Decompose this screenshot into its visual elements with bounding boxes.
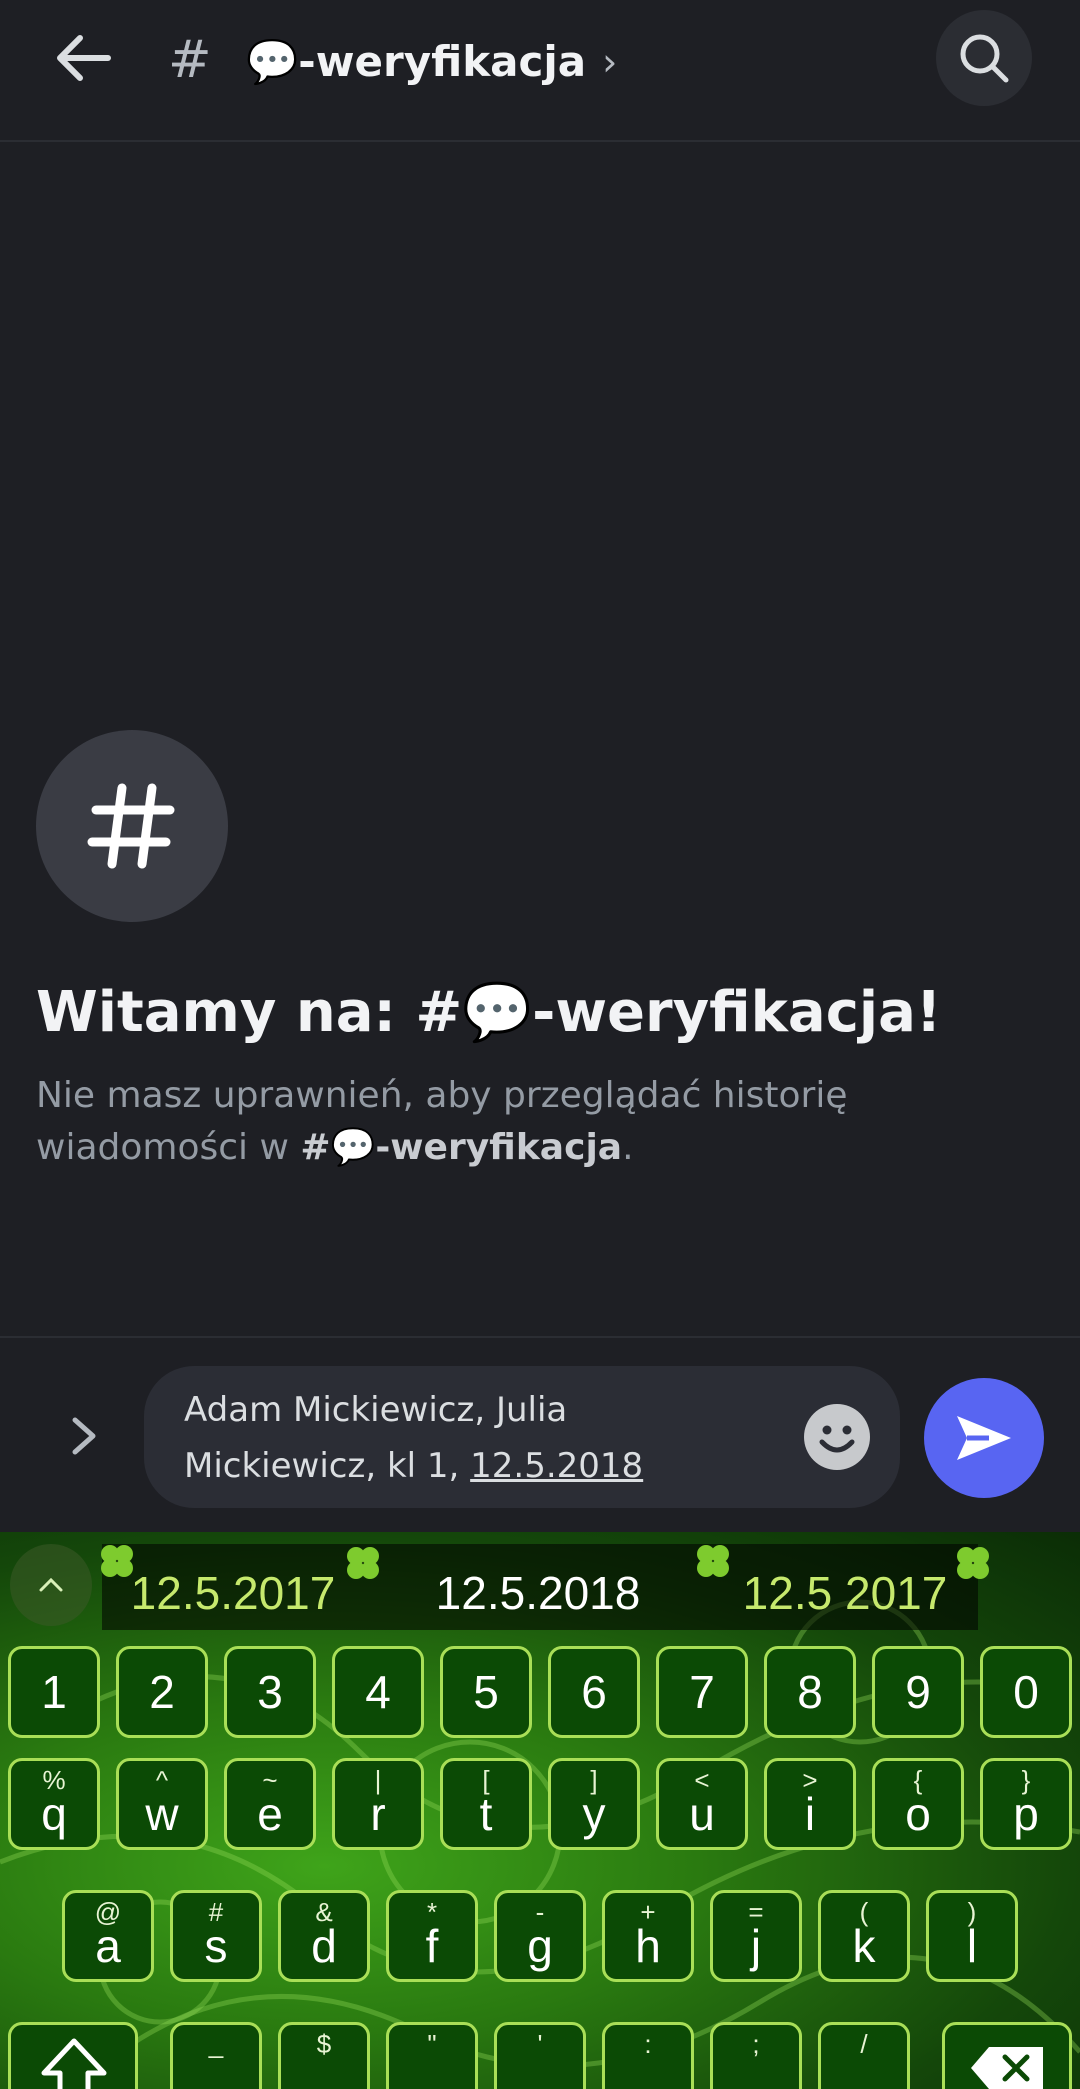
key-x[interactable]: $x	[278, 2022, 370, 2089]
welcome-description: Nie masz uprawnień, aby przeglądać histo…	[36, 1070, 1036, 1174]
channel-header: # 💬-weryfikacja ›	[0, 0, 1080, 142]
search-icon	[960, 34, 1009, 83]
key-c[interactable]: "c	[386, 2022, 478, 2089]
message-input-text[interactable]: Adam Mickiewicz, Julia Mickiewicz, kl 1,…	[184, 1382, 764, 1494]
emoji-icon	[819, 1425, 855, 1453]
key-a[interactable]: @ a	[62, 1890, 154, 1982]
key-p[interactable]: } p	[980, 1758, 1072, 1850]
key-r[interactable]: | r	[332, 1758, 424, 1850]
shift-key[interactable]	[8, 2022, 138, 2089]
key-n[interactable]: ;n	[710, 2022, 802, 2089]
shift-icon	[41, 2038, 107, 2089]
desc-end: .	[622, 1127, 634, 1168]
keyboard: 12.5.2017 12.5.2018 12.5 2017 1 2 3 4 5 …	[0, 1532, 1080, 2089]
backspace-key[interactable]	[942, 2022, 1072, 2089]
clover-icon	[347, 1547, 379, 1579]
key-h[interactable]: + h	[602, 1890, 694, 1982]
key-1[interactable]: 1	[8, 1646, 100, 1738]
key-b[interactable]: :b	[602, 2022, 694, 2089]
chevron-right-icon: ›	[602, 40, 618, 84]
key-i[interactable]: > i	[764, 1758, 856, 1850]
input-text-composing: 12.5.2018	[470, 1446, 644, 1486]
key-w[interactable]: ^ w	[116, 1758, 208, 1850]
key-j[interactable]: = j	[710, 1890, 802, 1982]
clover-icon	[957, 1547, 989, 1579]
suggestion-center[interactable]: 12.5.2018	[418, 1550, 658, 1636]
key-5[interactable]: 5	[440, 1646, 532, 1738]
message-input[interactable]: Adam Mickiewicz, Julia Mickiewicz, kl 1,…	[144, 1366, 900, 1508]
suggestion-right[interactable]: 12.5 2017	[728, 1550, 962, 1636]
hash-icon	[87, 783, 175, 869]
channel-avatar	[36, 730, 228, 922]
back-button[interactable]	[48, 22, 120, 94]
key-0[interactable]: 0	[980, 1646, 1072, 1738]
key-y[interactable]: ] y	[548, 1758, 640, 1850]
message-composer: Adam Mickiewicz, Julia Mickiewicz, kl 1,…	[0, 1336, 1080, 1532]
key-d[interactable]: & d	[278, 1890, 370, 1982]
emoji-button[interactable]	[804, 1404, 870, 1470]
key-4[interactable]: 4	[332, 1646, 424, 1738]
clover-icon	[101, 1545, 133, 1577]
key-9[interactable]: 9	[872, 1646, 964, 1738]
collapse-keyboard-button[interactable]	[10, 1544, 92, 1626]
send-icon	[957, 1416, 1011, 1460]
channel-title[interactable]: 💬-weryfikacja ›	[246, 28, 617, 96]
chevron-right-icon	[72, 1417, 96, 1455]
key-6[interactable]: 6	[548, 1646, 640, 1738]
welcome-title: Witamy na: #💬-weryfikacja!	[36, 980, 942, 1045]
clover-icon	[697, 1545, 729, 1577]
key-f[interactable]: * f	[386, 1890, 478, 1982]
key-e[interactable]: ~ e	[224, 1758, 316, 1850]
channel-name: 💬-weryfikacja	[246, 37, 587, 86]
key-8[interactable]: 8	[764, 1646, 856, 1738]
suggestion-left[interactable]: 12.5.2017	[118, 1550, 348, 1636]
key-z[interactable]: _z	[170, 2022, 262, 2089]
arrow-left-icon	[57, 35, 111, 81]
key-g[interactable]: -g	[494, 1890, 586, 1982]
backspace-icon	[971, 2047, 1043, 2089]
key-q[interactable]: % q	[8, 1758, 100, 1850]
send-button[interactable]	[924, 1378, 1044, 1498]
key-o[interactable]: {o	[872, 1758, 964, 1850]
search-button[interactable]	[936, 10, 1032, 106]
key-k[interactable]: (k	[818, 1890, 910, 1982]
key-t[interactable]: [t	[440, 1758, 532, 1850]
key-v[interactable]: 'v	[494, 2022, 586, 2089]
chevron-up-icon	[39, 1577, 63, 1592]
key-s[interactable]: # s	[170, 1890, 262, 1982]
channel-hash-icon: #	[168, 30, 212, 90]
key-u[interactable]: < u	[656, 1758, 748, 1850]
desc-channel-link[interactable]: #💬-weryfikacja	[300, 1127, 622, 1168]
key-m[interactable]: /m	[818, 2022, 910, 2089]
expand-button[interactable]	[56, 1408, 112, 1464]
key-3[interactable]: 3	[224, 1646, 316, 1738]
key-2[interactable]: 2	[116, 1646, 208, 1738]
key-7[interactable]: 7	[656, 1646, 748, 1738]
key-l[interactable]: ) l	[926, 1890, 1018, 1982]
